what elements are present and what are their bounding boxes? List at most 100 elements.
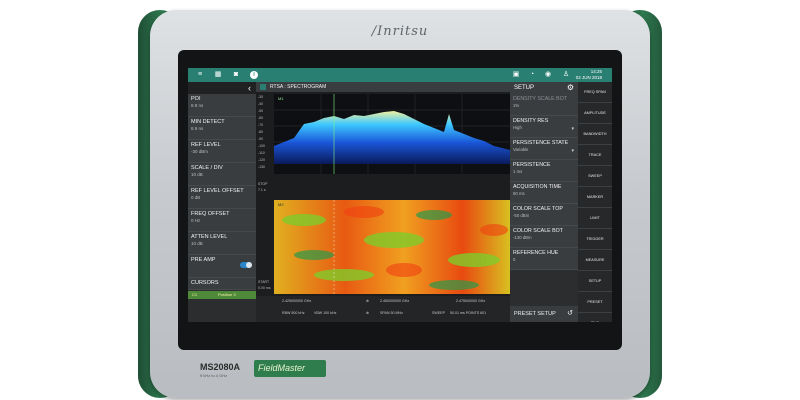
marker-m2-label: M2 xyxy=(278,202,284,207)
y-label: -120 xyxy=(258,158,266,162)
persistence-state-item[interactable]: PERSISTENCE STATE Variable ▾ xyxy=(510,138,578,160)
pre-amp-toggle[interactable] xyxy=(240,262,252,268)
menu-sweep[interactable]: SWEEP xyxy=(578,166,612,187)
color-scale-top-item[interactable]: COLOR SCALE TOP -50 dBm xyxy=(510,204,578,226)
cursors-label: CURSORS xyxy=(191,280,219,286)
y-label: -30 xyxy=(258,95,264,99)
left-panel: ‹ POI 8.9 ns MIN DETECT 8.9 ns REF LEVEL -3… xyxy=(188,82,256,322)
color-scale-bot-item[interactable]: COLOR SCALE BOT -130 dBm xyxy=(510,226,578,248)
ref-level-offset-label: REF LEVEL OFFSET xyxy=(191,188,244,194)
setup-item-value: 1 ms xyxy=(513,169,523,174)
density-res-item[interactable]: DENSITY RES High ▾ xyxy=(510,116,578,138)
persistence-item[interactable]: PERSISTENCE 1 ms xyxy=(510,160,578,182)
y-label: -60 xyxy=(258,116,264,120)
min-detect-label: MIN DETECT xyxy=(191,119,225,125)
menu-trace[interactable]: TRACE xyxy=(578,145,612,166)
back-chevron-icon[interactable]: ‹ xyxy=(248,83,251,93)
center-display: RTSA : SPECTROGRAM -30 -40 -50 -60 -70 -… xyxy=(256,82,510,322)
info-icon[interactable]: i xyxy=(250,71,258,79)
grid-icon[interactable]: ▦ xyxy=(214,71,222,79)
ref-level-offset-item[interactable]: REF LEVEL OFFSET 0 dB xyxy=(188,186,256,209)
scale-div-value: 10 dB xyxy=(191,172,203,177)
cursor-name: C1 xyxy=(192,292,198,297)
menu-icon[interactable]: ≡ xyxy=(196,71,204,79)
scale-div-item[interactable]: SCALE / DIV 10 dB xyxy=(188,163,256,186)
camera-icon[interactable]: ◙ xyxy=(232,71,240,79)
menu-limit[interactable]: LIMIT xyxy=(578,208,612,229)
preset-setup-label: PRESET SETUP xyxy=(514,311,556,317)
menu-marker[interactable]: MARKER xyxy=(578,187,612,208)
home-icon[interactable] xyxy=(260,84,266,90)
screen-icon[interactable]: ▣ xyxy=(512,71,520,79)
vbw-value: VBW 100 kHz xyxy=(314,311,337,315)
gear-icon[interactable]: ⚙ xyxy=(567,83,574,93)
wifi-icon[interactable]: ◔ xyxy=(528,71,536,79)
setup-item-label: COLOR SCALE TOP xyxy=(513,206,563,212)
menu-freq-span[interactable]: FREQ SPAN xyxy=(578,82,612,103)
cursor-row[interactable]: C1 Position 3 xyxy=(188,291,256,299)
display-title-bar: RTSA : SPECTROGRAM xyxy=(256,82,510,92)
setup-item-label: PERSISTENCE xyxy=(513,162,551,168)
setup-title: SETUP xyxy=(514,85,535,91)
spectrogram-plot[interactable]: M2 xyxy=(274,200,510,294)
setup-item-label: ACQUISITION TIME xyxy=(513,184,562,190)
clock: 14:25 02 JUN 2018 xyxy=(576,69,602,81)
lock-icon: ⊕ xyxy=(366,299,370,303)
pre-amp-item[interactable]: PRE AMP xyxy=(188,255,256,278)
spectrum-plot[interactable]: M1 xyxy=(274,94,510,174)
min-detect-value: 8.9 ns xyxy=(191,126,204,131)
span-icon: ⊕ xyxy=(366,311,370,315)
dropdown-icon: ▾ xyxy=(571,126,574,132)
left-panel-header: ‹ xyxy=(188,82,256,94)
stop-frequency: 2.475000000 GHz xyxy=(456,299,486,303)
poi-label: POI xyxy=(191,96,201,102)
setup-item-value: -50 dBm xyxy=(513,213,530,218)
model-label: MS2080A xyxy=(200,362,241,372)
y-label: -90 xyxy=(258,137,264,141)
y-label: -40 xyxy=(258,102,264,106)
y-label: -100 xyxy=(258,144,266,148)
screen: ≡ ▦ ◙ i ▣ ◔ ◉ ♙ 14:25 02 JUN 2018 ‹ POI 8.… xyxy=(188,68,612,322)
cursors-item[interactable]: CURSORS xyxy=(188,278,256,290)
poi-item[interactable]: POI 8.9 ns xyxy=(188,94,256,117)
menu-amplitude[interactable]: AMPLITUDE xyxy=(578,103,612,124)
acquisition-time-item[interactable]: ACQUISITION TIME 50 ms xyxy=(510,182,578,204)
stop-label: STOP xyxy=(258,182,268,186)
min-detect-item[interactable]: MIN DETECT 8.9 ns xyxy=(188,117,256,140)
atten-level-value: 10 dB xyxy=(191,241,203,246)
ref-level-value: -30 dBm xyxy=(191,149,209,154)
date-text: 02 JUN 2018 xyxy=(575,75,602,80)
gps-icon[interactable]: ◉ xyxy=(544,71,552,79)
density-scale-bot-item[interactable]: DENSITY SCALE BOT 1% xyxy=(510,94,578,116)
ref-level-item[interactable]: REF LEVEL -30 dBm xyxy=(188,140,256,163)
setup-header: SETUP ⚙ xyxy=(510,82,578,94)
menu-bandwidth[interactable]: BANDWIDTH xyxy=(578,124,612,145)
top-bar: ≡ ▦ ◙ i ▣ ◔ ◉ ♙ 14:25 02 JUN 2018 xyxy=(188,68,612,82)
user-icon[interactable]: ♙ xyxy=(562,71,570,79)
cursor-position: Position 3 xyxy=(218,292,236,297)
atten-level-item[interactable]: ATTEN LEVEL 10 dB xyxy=(188,232,256,255)
scale-div-label: SCALE / DIV xyxy=(191,165,223,171)
menu-preset[interactable]: PRESET xyxy=(578,292,612,313)
y-label: -50 xyxy=(258,109,264,113)
setup-item-value: 50 ms xyxy=(513,191,525,196)
freq-offset-value: 0 Hz xyxy=(191,218,201,223)
setup-item-label: DENSITY RES xyxy=(513,118,549,124)
reference-hue-item[interactable]: REFERENCE HUE 0 xyxy=(510,248,578,270)
marker-m1-label: M1 xyxy=(278,96,284,101)
undo-icon: ↺ xyxy=(567,310,573,317)
menu-trigger[interactable]: TRIGGER xyxy=(578,229,612,250)
start-frequency: 2.425000000 GHz xyxy=(282,299,312,303)
ref-level-label: REF LEVEL xyxy=(191,142,221,148)
menu-measure[interactable]: MEASURE xyxy=(578,250,612,271)
menu-file[interactable]: FILE xyxy=(578,313,612,322)
start-value: 0.00 ms xyxy=(258,286,271,290)
start-label: START xyxy=(258,280,270,284)
freq-offset-label: FREQ OFFSET xyxy=(191,211,230,217)
dropdown-icon: ▾ xyxy=(571,148,574,154)
menu-setup[interactable]: SETUP xyxy=(578,271,612,292)
freq-offset-item[interactable]: FREQ OFFSET 0 Hz xyxy=(188,209,256,232)
poi-value: 8.9 ns xyxy=(191,103,204,108)
preset-setup-button[interactable]: PRESET SETUP ↺ xyxy=(510,306,578,322)
fieldmaster-logo: FieldMaster xyxy=(254,360,326,377)
